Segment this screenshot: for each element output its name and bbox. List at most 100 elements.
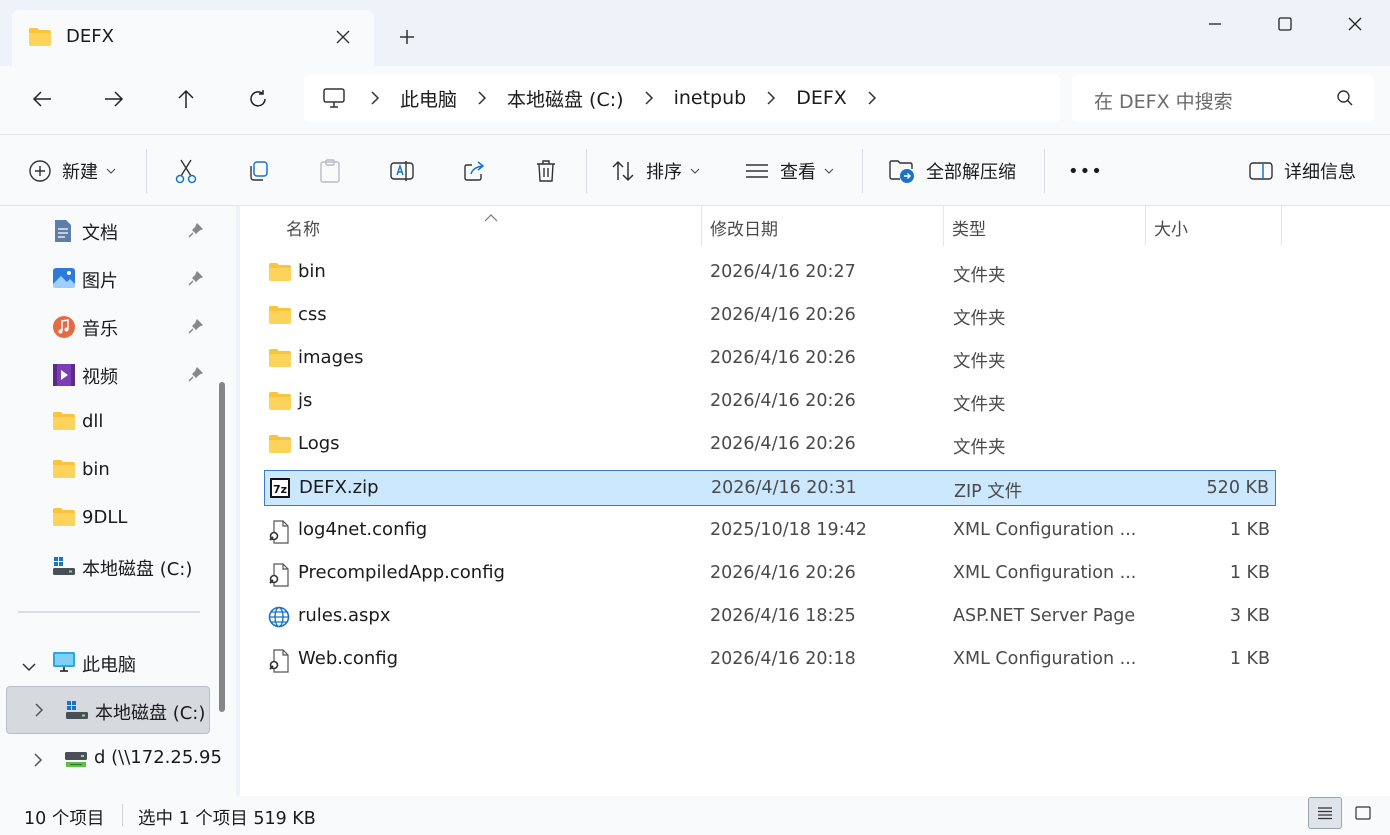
drive-icon <box>52 555 76 582</box>
toolbar-divider <box>1044 149 1045 193</box>
file-date: 2026/4/16 20:26 <box>710 348 856 368</box>
chevron-right-icon[interactable] <box>467 91 497 105</box>
new-button[interactable]: 新建 <box>28 153 116 189</box>
table-row[interactable]: js 2026/4/16 20:26 文件夹 <box>264 384 1276 420</box>
sidebar-item-9dll[interactable]: 9DLL <box>0 496 236 540</box>
computer-icon <box>322 87 346 109</box>
column-header-name[interactable]: 名称 <box>278 206 702 246</box>
table-row[interactable]: PrecompiledApp.config 2026/4/16 20:26 XM… <box>264 556 1276 592</box>
sidebar-item-drive-d[interactable]: d (\\172.25.95 <box>0 736 236 780</box>
search-icon[interactable] <box>1336 89 1354 112</box>
up-arrow-icon[interactable] <box>168 82 204 116</box>
chevron-right-icon[interactable] <box>756 91 786 105</box>
folder-icon <box>52 411 76 436</box>
tiles-view-icon[interactable] <box>1346 797 1380 829</box>
copy-icon[interactable] <box>240 153 276 189</box>
breadcrumb-this-pc[interactable]: 此电脑 <box>390 85 467 112</box>
sort-label: 排序 <box>646 162 682 183</box>
breadcrumb-drive-c[interactable]: 本地磁盘 (C:) <box>497 85 634 112</box>
sidebar-item-drive-c[interactable]: 本地磁盘 (C:) <box>6 686 210 734</box>
svg-text:7z: 7z <box>273 483 287 496</box>
search-input[interactable]: 在 DEFX 中搜索 <box>1072 74 1374 122</box>
sidebar-item-label: 本地磁盘 (C:) <box>95 703 206 724</box>
file-name: rules.aspx <box>298 605 391 626</box>
address-bar[interactable]: 此电脑 本地磁盘 (C:) inetpub DEFX <box>304 74 1060 122</box>
back-arrow-icon[interactable] <box>24 82 60 116</box>
sidebar-item-videos[interactable]: 视频 <box>0 352 236 396</box>
column-header-type[interactable]: 类型 <box>944 206 1146 246</box>
sidebar-item-label: 本地磁盘 (C:) <box>82 559 193 580</box>
sidebar-divider <box>18 611 200 613</box>
sidebar-item-documents[interactable]: 文档 <box>0 208 236 252</box>
cut-icon[interactable] <box>168 153 204 189</box>
file-date: 2026/4/16 18:25 <box>710 606 856 626</box>
chevron-right-icon[interactable] <box>634 91 664 105</box>
paste-icon[interactable] <box>312 153 348 189</box>
table-row[interactable]: Logs 2026/4/16 20:26 文件夹 <box>264 427 1276 463</box>
file-size: 520 KB <box>1206 478 1269 498</box>
delete-icon[interactable] <box>528 153 564 189</box>
tab-close-icon[interactable] <box>330 24 356 50</box>
file-name: images <box>298 347 364 368</box>
title-bar: DEFX <box>0 0 1390 66</box>
file-list: 名称 修改日期 类型 大小 bin 2026/4/16 20:27 文件夹 cs… <box>240 206 1390 796</box>
share-icon[interactable] <box>456 153 492 189</box>
table-row[interactable]: rules.aspx 2026/4/16 18:25 ASP.NET Serve… <box>264 599 1276 635</box>
file-name: Web.config <box>298 648 399 669</box>
close-icon[interactable] <box>1332 8 1378 40</box>
extract-all-button[interactable]: 全部解压缩 <box>888 153 1016 189</box>
chevron-down-icon[interactable] <box>22 656 36 677</box>
refresh-icon[interactable] <box>240 82 276 116</box>
minimize-icon[interactable] <box>1192 8 1238 40</box>
new-tab-icon[interactable] <box>392 22 422 52</box>
table-row[interactable]: css 2026/4/16 20:26 文件夹 <box>264 298 1276 334</box>
table-row[interactable]: Web.config 2026/4/16 20:18 XML Configura… <box>264 642 1276 678</box>
file-date: 2026/4/16 20:26 <box>710 563 856 583</box>
config-file-icon <box>268 520 290 549</box>
folder-icon <box>28 27 52 52</box>
table-row[interactable]: bin 2026/4/16 20:27 文件夹 <box>264 255 1276 291</box>
folder-icon <box>52 507 76 532</box>
sidebar-item-drive-c-quick[interactable]: 本地磁盘 (C:) <box>0 544 236 588</box>
maximize-icon[interactable] <box>1262 8 1308 40</box>
details-pane-icon <box>1249 162 1273 180</box>
sidebar-item-label: dll <box>82 411 104 432</box>
new-label: 新建 <box>62 162 98 183</box>
pin-icon <box>188 366 204 387</box>
chevron-right-icon[interactable] <box>35 701 44 722</box>
folder-icon <box>268 305 292 330</box>
tab-defx[interactable]: DEFX <box>12 10 374 66</box>
details-pane-button[interactable]: 详细信息 <box>1248 153 1356 189</box>
sidebar-item-dll[interactable]: dll <box>0 400 236 444</box>
sidebar-item-label: 图片 <box>82 271 118 292</box>
chevron-right-icon[interactable] <box>857 91 887 105</box>
sidebar-item-bin[interactable]: bin <box>0 448 236 492</box>
pin-icon <box>188 318 204 339</box>
column-header-size[interactable]: 大小 <box>1146 206 1282 246</box>
videos-icon <box>52 363 76 392</box>
folder-icon <box>52 459 76 484</box>
more-options-button[interactable]: ••• <box>1068 153 1103 189</box>
network-drive-icon <box>64 749 88 774</box>
sort-button[interactable]: 排序 <box>610 153 700 189</box>
breadcrumb-defx[interactable]: DEFX <box>786 87 857 109</box>
breadcrumb-inetpub[interactable]: inetpub <box>664 87 757 109</box>
sidebar-scrollbar[interactable] <box>219 382 225 712</box>
chevron-right-icon[interactable] <box>360 91 390 105</box>
sidebar-item-this-pc[interactable]: 此电脑 <box>0 640 236 684</box>
view-button[interactable]: 查看 <box>744 153 834 189</box>
file-name: css <box>298 304 327 325</box>
table-row-selected[interactable]: 7z DEFX.zip 2026/4/16 20:31 ZIP 文件 520 K… <box>264 470 1276 506</box>
sidebar-item-music[interactable]: 音乐 <box>0 304 236 348</box>
folder-icon <box>268 434 292 459</box>
chevron-right-icon[interactable] <box>34 751 43 772</box>
column-header-date[interactable]: 修改日期 <box>702 206 944 246</box>
table-row[interactable]: log4net.config 2025/10/18 19:42 XML Conf… <box>264 513 1276 549</box>
forward-arrow-icon[interactable] <box>96 82 132 116</box>
sidebar-item-label: 视频 <box>82 367 118 388</box>
status-divider <box>122 804 123 826</box>
sidebar-item-pictures[interactable]: 图片 <box>0 256 236 300</box>
rename-icon[interactable] <box>384 153 420 189</box>
details-view-icon[interactable] <box>1308 797 1342 829</box>
table-row[interactable]: images 2026/4/16 20:26 文件夹 <box>264 341 1276 377</box>
